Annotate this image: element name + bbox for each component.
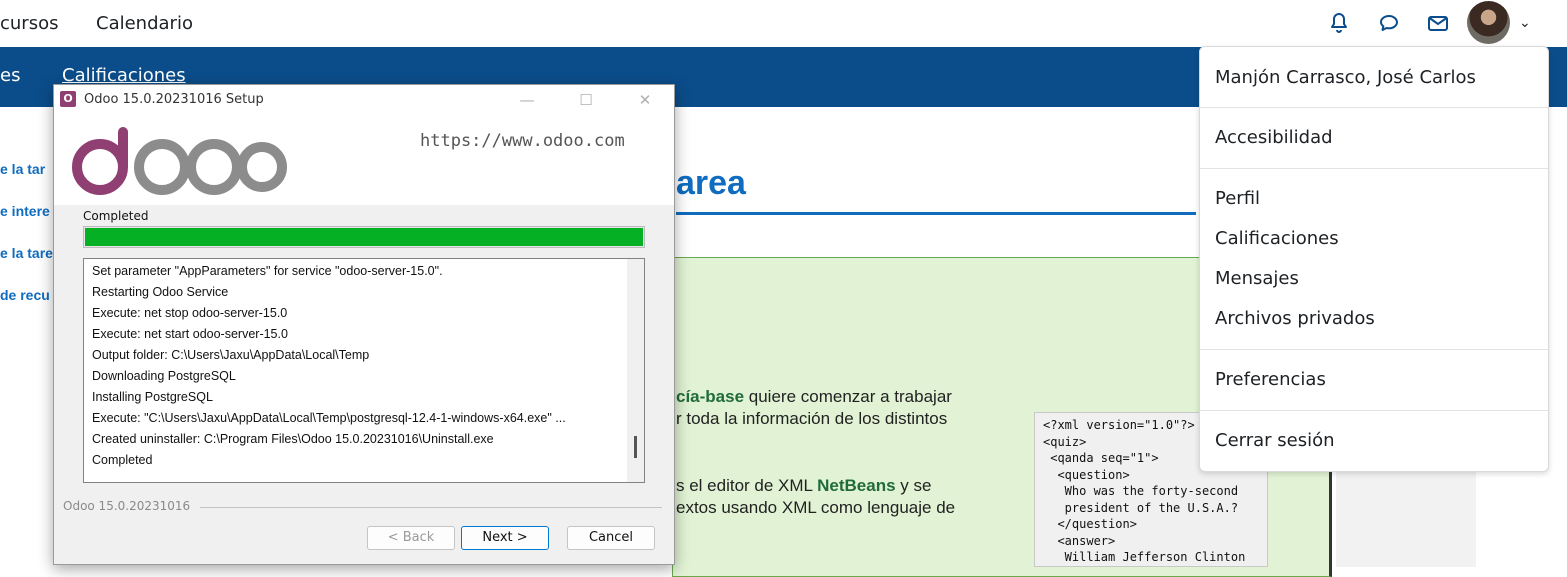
menu-item-mensajes[interactable]: Mensajes [1215, 268, 1299, 289]
log-line: Restarting Odoo Service [92, 285, 229, 299]
installer-header: https://www.odoo.com [54, 115, 674, 205]
sidebar-link[interactable]: e la tare [0, 245, 53, 261]
menu-divider [1200, 410, 1548, 411]
log-line: Set parameter "AppParameters" for servic… [92, 264, 443, 278]
chat-icon[interactable] [1377, 11, 1401, 35]
sidebar-link[interactable]: e la tar [0, 161, 45, 177]
bell-icon[interactable] [1327, 11, 1351, 35]
log-line: Completed [92, 453, 153, 467]
menu-divider [1200, 349, 1548, 350]
user-menu-fullname[interactable]: Manjón Carrasco, José Carlos [1215, 67, 1476, 88]
menu-item-perfil[interactable]: Perfil [1215, 188, 1260, 209]
log-line: Output folder: C:\Users\Jaxu\AppData\Loc… [92, 348, 370, 362]
close-icon[interactable]: ✕ [625, 89, 665, 111]
log-line: Downloading PostgreSQL [92, 369, 236, 383]
tab-calificaciones[interactable]: Calificaciones [62, 65, 186, 86]
install-progress-bar [83, 226, 645, 248]
installer-branding: Odoo 15.0.20231016 [63, 499, 191, 513]
odoo-logo [72, 127, 287, 195]
menu-item-archivos-privados[interactable]: Archivos privados [1215, 308, 1375, 329]
avatar[interactable] [1467, 1, 1510, 44]
paragraph-line: cía-base quiere comenzar a trabajar [676, 386, 952, 408]
maximize-icon[interactable]: ☐ [566, 89, 606, 111]
window-titlebar[interactable]: O Odoo 15.0.20231016 Setup — ☐ ✕ [54, 85, 674, 115]
sidebar-link[interactable]: e intere [0, 203, 50, 219]
cancel-button[interactable]: Cancel [567, 526, 655, 550]
menu-item-accesibilidad[interactable]: Accesibilidad [1215, 127, 1333, 148]
setup-window: O Odoo 15.0.20231016 Setup — ☐ ✕ https:/… [53, 84, 675, 565]
user-menu-dropdown: Manjón Carrasco, José Carlos Accesibilid… [1199, 46, 1549, 472]
nav-link-calendario[interactable]: Calendario [96, 13, 193, 34]
installer-url: https://www.odoo.com [420, 131, 625, 151]
bold-term: cía-base [676, 387, 745, 406]
log-line: Execute: net start odoo-server-15.0 [92, 327, 288, 341]
paragraph-text: y se [895, 476, 932, 495]
mail-icon[interactable] [1426, 11, 1450, 35]
scrollbar-thumb[interactable] [634, 436, 637, 458]
paragraph-line: s el editor de XML NetBeans y se [676, 475, 931, 497]
paragraph-text: quiere comenzar a trabajar [744, 387, 952, 406]
sidebar-link[interactable]: de recu [0, 287, 50, 303]
minimize-icon[interactable]: — [507, 89, 547, 111]
tab-partial[interactable]: es [0, 65, 20, 86]
menu-item-cerrar-sesion[interactable]: Cerrar sesión [1215, 430, 1335, 451]
next-button[interactable]: Next > [461, 526, 549, 550]
log-scrollbar[interactable] [627, 259, 644, 482]
nav-link-cursos[interactable]: cursos [0, 13, 58, 34]
install-log-list[interactable]: Set parameter "AppParameters" for servic… [83, 258, 645, 483]
menu-item-preferencias[interactable]: Preferencias [1215, 369, 1326, 390]
top-navbar: cursos Calendario ⌄ [0, 0, 1567, 47]
menu-divider [1200, 107, 1548, 108]
paragraph-text: s el editor de XML [676, 476, 818, 495]
bold-term: NetBeans [817, 476, 896, 495]
menu-divider [1200, 168, 1548, 169]
odoo-app-icon: O [60, 91, 76, 107]
page-heading: area [676, 164, 746, 202]
window-title: Odoo 15.0.20231016 Setup [84, 92, 264, 107]
paragraph-line: extos usando XML como lenguaje de [676, 498, 956, 517]
paragraph-line: r toda la información de los distintos [676, 409, 948, 428]
log-line: Execute: net stop odoo-server-15.0 [92, 306, 288, 320]
menu-item-calificaciones[interactable]: Calificaciones [1215, 228, 1339, 249]
chevron-down-icon[interactable]: ⌄ [1519, 14, 1531, 31]
progress-fill [85, 228, 643, 246]
log-line: Created uninstaller: C:\Program Files\Od… [92, 432, 494, 446]
install-status-label: Completed [83, 209, 149, 223]
footer-divider [200, 507, 662, 508]
heading-underline [676, 212, 1196, 215]
back-button[interactable]: < Back [367, 526, 455, 550]
log-line: Installing PostgreSQL [92, 390, 213, 404]
log-line: Execute: "C:\Users\Jaxu\AppData\Local\Te… [92, 411, 566, 425]
